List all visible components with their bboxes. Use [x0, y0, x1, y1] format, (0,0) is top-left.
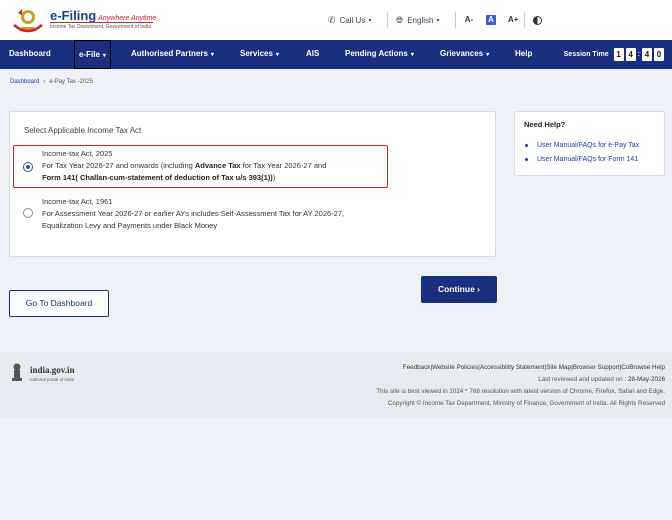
footer-copyright: Copyright © Income Tax Department, Minis… — [387, 400, 665, 407]
act-selection-card: Select Applicable Income Tax Act Income-… — [9, 111, 496, 257]
session-digit: 0 — [654, 48, 664, 61]
footer-portal-text: national portal of india — [30, 377, 75, 382]
nav-item-services[interactable]: Services ▾ — [240, 40, 279, 69]
breadcrumb-separator: › — [43, 79, 46, 85]
radio-act-2025[interactable] — [23, 162, 33, 172]
option-act-2025-heading[interactable]: Income-tax Act, 2025 — [42, 148, 112, 160]
footer-link-accessibility[interactable]: Accessibility Statement — [480, 364, 545, 371]
footer: india.gov.in national portal of india Fe… — [0, 352, 672, 418]
footer-link-browser-support[interactable]: Browser Support — [573, 364, 620, 371]
nav-item-ais[interactable]: AIS — [306, 40, 319, 69]
chevron-down-icon: ▾ — [368, 17, 372, 24]
footer-last-reviewed: Last reviewed and updated on : 28-May-20… — [538, 376, 665, 383]
call-us-label: Call Us — [339, 15, 366, 25]
chevron-down-icon: ▾ — [410, 52, 414, 58]
nav-item-pending-actions[interactable]: Pending Actions ▾ — [345, 40, 414, 69]
footer-link-site-map[interactable]: Site Map — [546, 364, 571, 371]
efiling-logo[interactable]: e-Filing Anywhere Anytime Income Tax Depa… — [10, 5, 156, 35]
bullet-icon — [525, 143, 528, 147]
nav-item-authorised-partners[interactable]: Authorised Partners ▾ — [131, 40, 214, 69]
session-colon: : — [637, 51, 640, 58]
need-help-card: Need Help? User Manual/FAQs for e-Pay Ta… — [514, 111, 665, 176]
session-digit: 1 — [613, 48, 624, 61]
top-header: e-Filing Anywhere Anytime Income Tax Depa… — [0, 0, 672, 40]
nav-item-grievances[interactable]: Grievances ▾ — [440, 40, 489, 69]
language-dropdown[interactable]: 🌐︎ English ▾ — [396, 12, 439, 28]
font-normal-button[interactable]: A — [486, 15, 496, 25]
divider — [455, 12, 456, 28]
breadcrumb: Dashboard › e-Pay Tax -2025 — [10, 79, 93, 85]
session-timer: Session Time 1 4 : 4 0 — [564, 48, 664, 61]
bullet-icon — [525, 157, 528, 161]
footer-browser-note: This site is best viewed in 1024 * 768 r… — [376, 388, 665, 395]
footer-link-website-policies[interactable]: Website Policies — [432, 364, 478, 371]
need-help-title: Need Help? — [524, 120, 566, 129]
logo-underline — [50, 22, 153, 23]
continue-button[interactable]: Continue › — [421, 276, 497, 303]
option-act-1961-line1: For Assessment Year 2026-27 or earlier A… — [42, 209, 345, 218]
font-size-controls: A- A A+ — [464, 12, 525, 28]
breadcrumb-current: e-Pay Tax -2025 — [49, 79, 93, 85]
chevron-down-icon: ▾ — [210, 52, 214, 58]
session-digit: 4 — [625, 48, 636, 61]
font-decrease-button[interactable]: A- — [464, 15, 474, 25]
footer-link-feedback[interactable]: Feedback — [403, 364, 431, 371]
india-gov-logo[interactable]: india.gov.in national portal of india — [10, 362, 100, 386]
chevron-down-icon: ▾ — [102, 53, 106, 59]
nav-item-help[interactable]: Help — [515, 40, 532, 69]
session-label: Session Time — [563, 51, 609, 58]
radio-act-1961[interactable] — [23, 208, 33, 218]
footer-links: Feedback|Website Policies|Accessibility … — [402, 364, 665, 371]
contrast-icon — [533, 15, 542, 25]
help-link-form-141[interactable]: User Manual/FAQs for Form 141 — [525, 156, 638, 163]
emblem-icon — [12, 363, 22, 381]
chevron-right-icon: › — [477, 284, 481, 294]
language-label: English — [407, 15, 434, 25]
option-act-1961-heading[interactable]: Income-tax Act, 1961 — [42, 196, 112, 208]
logo-subtitle: Income Tax Department, Government of Ind… — [50, 24, 152, 30]
chevron-down-icon: ▾ — [275, 52, 279, 58]
option-act-2025-line1: For Tax Year 2026-27 and onwards (includ… — [42, 161, 327, 170]
divider — [387, 12, 388, 28]
nav-item-dashboard[interactable]: Dashboard — [9, 40, 51, 69]
logo-tagline: Anywhere Anytime — [98, 15, 157, 22]
logo-title: e-Filing Anywhere Anytime — [50, 8, 157, 23]
go-to-dashboard-button[interactable]: Go To Dashboard — [9, 290, 109, 317]
main-nav: Dashboard e-File ▾ Authorised Partners ▾ S… — [0, 40, 672, 69]
option-act-1961-line2: Equalization Levy and Payments under Bla… — [42, 221, 218, 230]
card-title: Select Applicable Income Tax Act — [24, 126, 142, 135]
contrast-toggle[interactable] — [533, 12, 542, 28]
phone-icon: ✆ — [328, 14, 336, 25]
session-digit: 4 — [642, 48, 652, 61]
chevron-down-icon: ▾ — [486, 52, 490, 58]
divider — [524, 12, 525, 28]
globe-icon: 🌐︎ — [396, 14, 404, 25]
chevron-down-icon: ▾ — [436, 17, 440, 24]
emblem-icon — [10, 5, 46, 35]
footer-link-cobrowse-help[interactable]: CoBrowse Help — [621, 364, 665, 371]
nav-item-e-file[interactable]: e-File ▾ — [74, 40, 111, 69]
help-link-epay-tax[interactable]: User Manual/FAQs for e-Pay Tax — [525, 142, 639, 149]
call-us-dropdown[interactable]: ✆ Call Us ▾ — [328, 12, 371, 28]
footer-site-name: india.gov.in — [30, 365, 75, 375]
option-act-2025-line2: Form 141( Challan-cum-statement of deduc… — [42, 173, 276, 182]
breadcrumb-dashboard[interactable]: Dashboard — [10, 79, 39, 85]
font-increase-button[interactable]: A+ — [508, 15, 518, 25]
